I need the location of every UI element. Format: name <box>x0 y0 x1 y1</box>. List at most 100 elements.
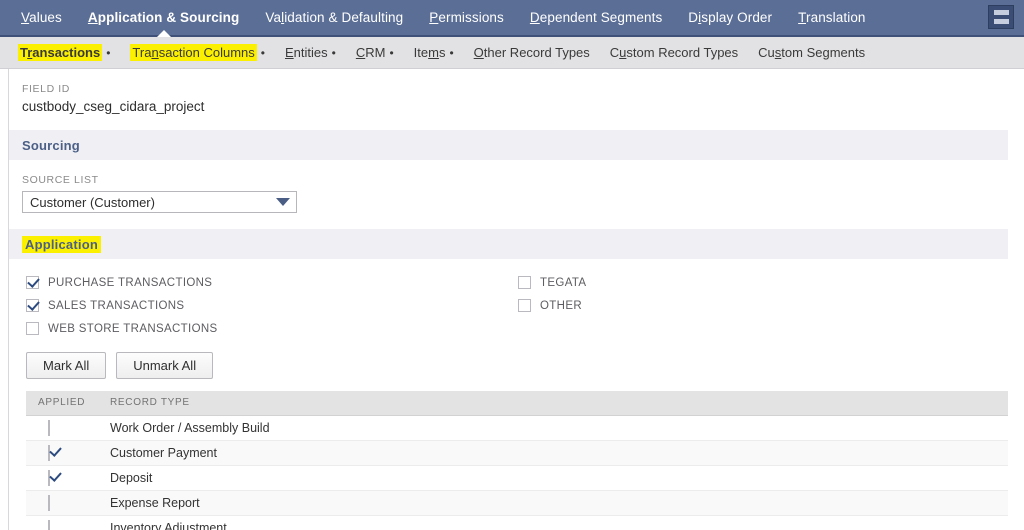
tab-bullet-icon: • <box>332 46 336 60</box>
primary-nav-item-application-sourcing[interactable]: Application & Sourcing <box>75 0 252 35</box>
secondary-tab-items[interactable]: Items• <box>414 45 454 60</box>
primary-nav-item-dependent-segments[interactable]: Dependent Segments <box>517 0 675 35</box>
primary-nav-item-label: Dependent Segments <box>530 10 662 25</box>
checkbox-expense-report[interactable] <box>48 495 50 511</box>
application-section-title: Application <box>22 236 101 253</box>
tab-bullet-icon: • <box>106 46 110 60</box>
sourcing-section-header: Sourcing <box>8 130 1008 160</box>
cell-record-type: Inventory Adjustment <box>98 515 1008 530</box>
source-list-label: SOURCE LIST <box>22 174 1024 186</box>
source-list-block: SOURCE LIST Customer (Customer) <box>8 160 1024 223</box>
cell-applied[interactable] <box>26 440 98 465</box>
checkbox-inventory-adjustment[interactable] <box>48 520 50 530</box>
table-row[interactable]: Expense Report <box>26 490 1008 515</box>
source-list-select[interactable]: Customer (Customer) <box>22 191 297 213</box>
checkbox-purchase-transactions[interactable] <box>26 276 39 289</box>
tab-bullet-icon: • <box>449 46 453 60</box>
primary-nav-item-display-order[interactable]: Display Order <box>675 0 785 35</box>
secondary-tab-label: Transaction Columns <box>130 44 256 61</box>
cell-record-type: Expense Report <box>98 490 1008 515</box>
secondary-tab-bar: Transactions•Transaction Columns•Entitie… <box>0 37 1024 69</box>
field-id-value: custbody_cseg_cidara_project <box>22 99 1024 114</box>
cell-record-type: Work Order / Assembly Build <box>98 415 1008 440</box>
hamburger-bar-top <box>994 10 1009 15</box>
application-checkbox-column-right: TEGATA OTHER <box>518 271 586 317</box>
secondary-tab-label: Custom Segments <box>758 45 865 60</box>
secondary-tab-custom-record-types[interactable]: Custom Record Types <box>610 45 738 60</box>
unmark-all-button[interactable]: Unmark All <box>116 352 213 379</box>
checkbox-label: OTHER <box>540 300 582 312</box>
checkbox-label: PURCHASE TRANSACTIONS <box>48 277 212 289</box>
application-checkbox-other[interactable]: OTHER <box>518 294 586 317</box>
secondary-tab-label: Transactions <box>18 44 102 61</box>
cell-applied[interactable] <box>26 515 98 530</box>
secondary-tab-crm[interactable]: CRM• <box>356 45 394 60</box>
checkbox-other[interactable] <box>518 299 531 312</box>
checkbox-label: WEB STORE TRANSACTIONS <box>48 323 218 335</box>
secondary-tab-label: Other Record Types <box>474 45 590 60</box>
table-row[interactable]: Customer Payment <box>26 440 1008 465</box>
field-id-block: FIELD ID custbody_cseg_cidara_project <box>8 69 1024 124</box>
application-section-header: Application <box>8 229 1008 259</box>
secondary-tab-transaction-columns[interactable]: Transaction Columns • <box>130 45 265 60</box>
secondary-tab-label: Entities <box>285 45 328 60</box>
table-row[interactable]: Deposit <box>26 465 1008 490</box>
application-checkbox-tegata[interactable]: TEGATA <box>518 271 586 294</box>
field-id-label: FIELD ID <box>22 83 1024 95</box>
secondary-tab-label: Items <box>414 45 446 60</box>
primary-nav-bar: Values Application & Sourcing Validation &… <box>0 0 1024 37</box>
mark-all-button[interactable]: Mark All <box>26 352 106 379</box>
secondary-tab-transactions[interactable]: Transactions • <box>18 45 110 60</box>
primary-nav-item-values[interactable]: Values <box>8 0 75 35</box>
cell-record-type: Deposit <box>98 465 1008 490</box>
application-checkbox-grid: PURCHASE TRANSACTIONS SALES TRANSACTIONS W… <box>8 259 1008 344</box>
record-type-table-head: APPLIED RECORD TYPE <box>26 391 1008 415</box>
table-row[interactable]: Inventory Adjustment <box>26 515 1008 530</box>
checkbox-web-store-transactions[interactable] <box>26 322 39 335</box>
application-checkbox-column-left: PURCHASE TRANSACTIONS SALES TRANSACTIONS W… <box>26 271 506 340</box>
sourcing-section-title: Sourcing <box>22 138 80 153</box>
record-type-table-body: Work Order / Assembly BuildCustomer Paym… <box>26 415 1008 530</box>
primary-nav-item-label: Translation <box>798 10 865 25</box>
application-checkbox-sales-transactions[interactable]: SALES TRANSACTIONS <box>26 294 506 317</box>
checkbox-tegata[interactable] <box>518 276 531 289</box>
checkbox-deposit[interactable] <box>48 470 50 486</box>
secondary-tab-other-record-types[interactable]: Other Record Types <box>474 45 590 60</box>
application-checkbox-purchase-transactions[interactable]: PURCHASE TRANSACTIONS <box>26 271 506 294</box>
hamburger-menu-icon[interactable] <box>988 5 1014 29</box>
cell-applied[interactable] <box>26 415 98 440</box>
tab-bullet-icon: • <box>261 46 265 60</box>
column-header-record-type: RECORD TYPE <box>98 391 1008 415</box>
primary-nav-item-validation-defaulting[interactable]: Validation & Defaulting <box>252 0 416 35</box>
primary-nav-item-label: Permissions <box>429 10 504 25</box>
primary-nav-items: Values Application & Sourcing Validation &… <box>8 0 879 35</box>
mark-buttons-bar: Mark All Unmark All <box>8 344 1024 389</box>
checkbox-sales-transactions[interactable] <box>26 299 39 312</box>
cell-record-type: Customer Payment <box>98 440 1008 465</box>
primary-nav-item-label: Display Order <box>688 10 772 25</box>
primary-nav-item-permissions[interactable]: Permissions <box>416 0 517 35</box>
checkbox-label: SALES TRANSACTIONS <box>48 300 184 312</box>
chevron-down-icon <box>276 198 290 206</box>
checkbox-label: TEGATA <box>540 277 586 289</box>
page-body: FIELD ID custbody_cseg_cidara_project So… <box>0 69 1024 530</box>
primary-nav-item-label: Values <box>21 10 62 25</box>
primary-nav-item-label: Validation & Defaulting <box>265 10 403 25</box>
cell-applied[interactable] <box>26 490 98 515</box>
record-type-table: APPLIED RECORD TYPE Work Order / Assembl… <box>26 391 1008 530</box>
column-header-applied: APPLIED <box>26 391 98 415</box>
application-checkbox-web-store-transactions[interactable]: WEB STORE TRANSACTIONS <box>26 317 506 340</box>
secondary-tab-custom-segments[interactable]: Custom Segments <box>758 45 865 60</box>
cell-applied[interactable] <box>26 465 98 490</box>
primary-nav-item-label: Application & Sourcing <box>88 10 239 25</box>
secondary-tab-entities[interactable]: Entities • <box>285 45 336 60</box>
table-header-row: APPLIED RECORD TYPE <box>26 391 1008 415</box>
primary-nav-item-translation[interactable]: Translation <box>785 0 878 35</box>
tab-bullet-icon: • <box>389 46 393 60</box>
source-list-value: Customer (Customer) <box>30 195 155 210</box>
checkbox-customer-payment[interactable] <box>48 445 50 461</box>
checkbox-work-order-assembly-build[interactable] <box>48 420 50 436</box>
table-row[interactable]: Work Order / Assembly Build <box>26 415 1008 440</box>
secondary-tab-items: Transactions•Transaction Columns•Entitie… <box>18 45 885 60</box>
hamburger-bar-bottom <box>994 19 1009 24</box>
